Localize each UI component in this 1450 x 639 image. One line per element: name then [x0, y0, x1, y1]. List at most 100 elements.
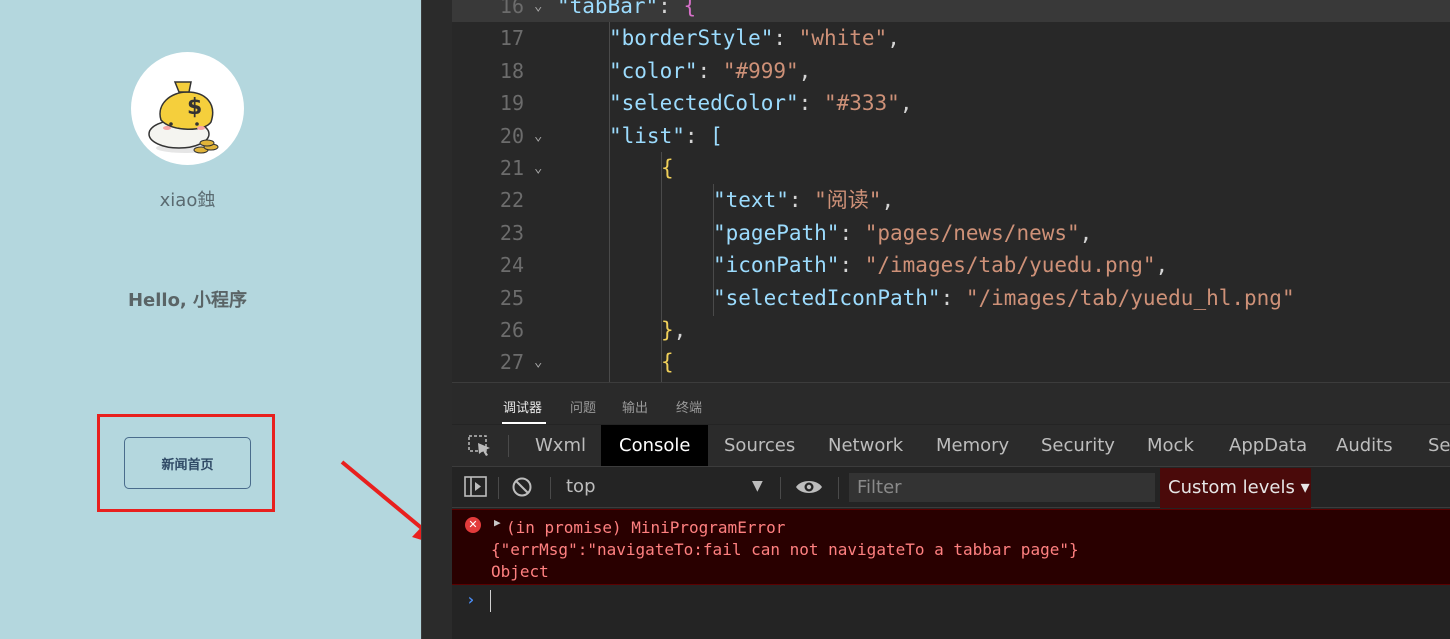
chevron-down-icon[interactable]: ▼: [752, 478, 763, 494]
tab-output[interactable]: 输出: [622, 397, 648, 416]
code-line[interactable]: 19 "selectedColor": "#333",: [452, 87, 1450, 119]
code-editor[interactable]: 16 ⌄ "tabBar": {17 "borderStyle": "white", 1…: [452, 0, 1450, 382]
code-text: "color": "#999",: [609, 55, 811, 87]
console-toolbar: top ▼ Custom levels ▾: [452, 468, 1450, 508]
toolbar-separator: [838, 477, 839, 499]
code-token: [: [710, 123, 723, 148]
code-token: "selectedColor": [609, 91, 799, 116]
toolbar-separator: [508, 435, 509, 457]
console-error-message[interactable]: ✕ ▶ (in promise) MiniProgramError {"errM…: [452, 509, 1450, 585]
code-token: ,: [1079, 220, 1093, 245]
code-line[interactable]: 20 ⌄ "list": [: [452, 120, 1450, 152]
greeting-text: Hello, 小程序: [127, 290, 248, 311]
tab-more[interactable]: Se: [1410, 425, 1450, 466]
tab-debugger[interactable]: 调试器: [503, 397, 542, 416]
code-text: {: [661, 346, 674, 378]
code-token: ,: [899, 91, 913, 116]
code-text: "text": "阅读",: [713, 184, 894, 216]
toggle-sidebar-icon[interactable]: [464, 476, 488, 498]
eye-icon[interactable]: [795, 478, 823, 496]
code-token: :: [839, 253, 865, 278]
simulator-pane: $ xiao鉵 Hello, 小程序 新闻首页: [0, 0, 421, 639]
code-line[interactable]: 22 "text": "阅读",: [452, 184, 1450, 216]
avatar: $: [131, 52, 244, 165]
code-token: :: [658, 0, 684, 18]
code-token: :: [697, 58, 723, 83]
code-token: "text": [713, 188, 789, 213]
line-number: 26: [499, 318, 524, 342]
code-line[interactable]: 24 "iconPath": "/images/tab/yuedu.png",: [452, 249, 1450, 281]
code-text: "list": [: [609, 120, 723, 152]
fold-chevron-icon[interactable]: ⌄: [534, 0, 542, 22]
code-text: "iconPath": "/images/tab/yuedu.png",: [713, 249, 1168, 281]
code-text: "pagePath": "pages/news/news",: [713, 217, 1092, 249]
code-token: {: [661, 156, 674, 180]
line-number: 22: [499, 188, 524, 213]
tab-sources[interactable]: Sources: [706, 425, 813, 466]
line-number: 20: [499, 123, 524, 148]
devtools-panel-tabs: Wxml Console Sources Network Memory Secu…: [452, 425, 1450, 467]
svg-text:$: $: [187, 95, 202, 120]
log-levels-dropdown[interactable]: Custom levels ▾: [1160, 468, 1311, 508]
tab-terminal[interactable]: 终端: [676, 397, 702, 416]
user-nickname: xiao鉵: [159, 190, 216, 211]
code-line[interactable]: 23 "pagePath": "pages/news/news",: [452, 217, 1450, 249]
code-line[interactable]: 16 ⌄ "tabBar": {: [452, 0, 1450, 22]
code-token: {: [683, 0, 697, 18]
code-line[interactable]: 17 "borderStyle": "white",: [452, 22, 1450, 54]
devtools-panel: 调试器 问题 输出 终端 Wxml Console Sources Networ…: [452, 382, 1450, 639]
code-line[interactable]: 27 ⌄ {: [452, 346, 1450, 378]
tab-wxml[interactable]: Wxml: [517, 425, 604, 466]
fold-chevron-icon[interactable]: ⌄: [534, 120, 542, 152]
context-selector[interactable]: top: [566, 476, 596, 497]
clear-console-icon[interactable]: [511, 476, 533, 498]
fold-chevron-icon[interactable]: ⌄: [534, 346, 542, 378]
code-token: "white": [798, 26, 888, 51]
code-token: "iconPath": [713, 253, 840, 278]
error-detail: {"errMsg":"navigateTo:fail can not navig…: [491, 540, 1079, 559]
code-token: :: [684, 123, 711, 148]
code-token: "tabBar": [557, 0, 659, 18]
tab-issues[interactable]: 问题: [570, 397, 596, 416]
tab-memory[interactable]: Memory: [918, 425, 1027, 466]
code-token: ,: [1155, 253, 1169, 278]
code-text: },: [661, 314, 686, 346]
code-token: :: [940, 285, 966, 310]
pane-divider[interactable]: [421, 0, 452, 639]
tab-security[interactable]: Security: [1023, 425, 1133, 466]
code-line[interactable]: 26},: [452, 314, 1450, 346]
code-token: "pages/news/news": [864, 220, 1080, 245]
code-text: "borderStyle": "white",: [609, 22, 900, 54]
line-number: 21: [499, 156, 524, 180]
code-token: "list": [609, 123, 685, 148]
devtools-top-tabs: 调试器 问题 输出 终端: [452, 382, 1450, 424]
code-token: "borderStyle": [609, 26, 774, 51]
console-input-caret[interactable]: [490, 590, 491, 612]
tab-audits[interactable]: Audits: [1318, 425, 1411, 466]
news-home-button[interactable]: 新闻首页: [124, 437, 251, 489]
filter-input[interactable]: [849, 473, 1155, 502]
active-tab-indicator: [502, 422, 546, 424]
toolbar-separator: [498, 477, 499, 499]
error-object[interactable]: Object: [491, 562, 549, 581]
code-line[interactable]: 21 ⌄ {: [452, 152, 1450, 184]
console-prompt-icon: ›: [466, 590, 476, 609]
code-line[interactable]: 18 "color": "#999",: [452, 55, 1450, 87]
line-number: 24: [499, 253, 524, 278]
code-token: ,: [881, 188, 895, 213]
tab-network[interactable]: Network: [810, 425, 921, 466]
code-token: ,: [798, 58, 812, 83]
tab-appdata[interactable]: AppData: [1211, 425, 1325, 466]
code-line[interactable]: 25 "selectedIconPath": "/images/tab/yuedu…: [452, 282, 1450, 314]
code-token: "#333": [823, 91, 900, 116]
tab-mock[interactable]: Mock: [1129, 425, 1212, 466]
line-number: 23: [499, 220, 524, 245]
inspect-element-icon[interactable]: [468, 435, 492, 457]
tab-console[interactable]: Console: [601, 425, 709, 466]
code-token: :: [839, 220, 865, 245]
expand-triangle-icon[interactable]: ▶: [494, 516, 501, 529]
error-title: (in promise) MiniProgramError: [506, 518, 786, 537]
line-number: 17: [499, 26, 524, 51]
code-token: "/images/tab/yuedu_hl.png": [965, 285, 1295, 310]
fold-chevron-icon[interactable]: ⌄: [534, 152, 542, 184]
